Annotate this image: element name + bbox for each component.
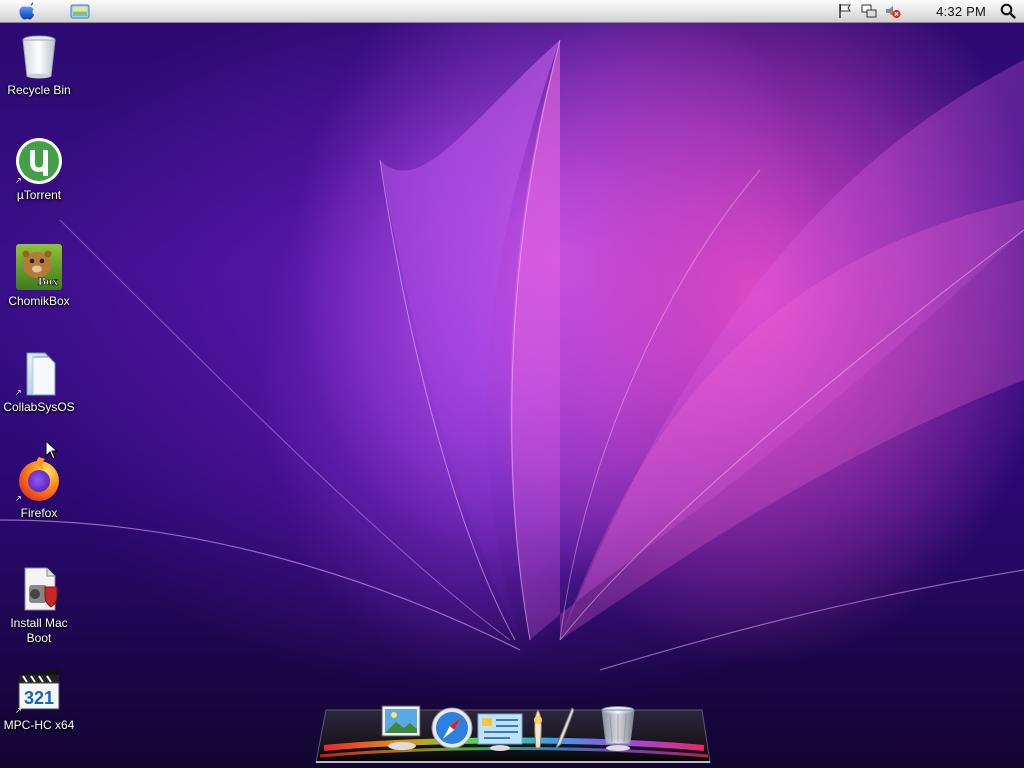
utorrent-icon: ↗ xyxy=(15,137,63,185)
desktop-icon-chomikbox[interactable]: Box ChomikBox xyxy=(0,243,78,309)
desktop-icon-label: CollabSysOS xyxy=(3,400,75,414)
chomikbox-badge: Box xyxy=(38,274,58,288)
desktop-icon-label: Firefox xyxy=(20,506,58,520)
network-icon[interactable] xyxy=(860,3,878,19)
desktop-icon-install-mac-boot[interactable]: Install Mac Boot xyxy=(0,565,78,646)
desktop-icon-label: Install Mac Boot xyxy=(10,616,68,645)
shortcut-arrow-icon: ↗ xyxy=(15,176,22,185)
finder-icon[interactable] xyxy=(70,3,90,19)
shortcut-arrow-icon: ↗ xyxy=(15,388,22,397)
shortcut-arrow-icon: ↗ xyxy=(15,706,22,715)
dock-mail-icon[interactable] xyxy=(476,712,524,757)
shortcut-arrow-icon: ↗ xyxy=(15,494,22,503)
desktop-icon-mpc-hc[interactable]: 321 ↗ MPC-HC x64 xyxy=(0,667,78,733)
mpc-badge: 321 xyxy=(24,688,54,708)
dock-pen-icon[interactable] xyxy=(552,706,576,755)
desktop-icon-label: Recycle Bin xyxy=(7,83,71,97)
mpc-hc-icon: 321 ↗ xyxy=(15,667,63,715)
firefox-icon: ↗ xyxy=(15,455,63,503)
apple-icon[interactable] xyxy=(14,1,40,21)
flag-icon[interactable] xyxy=(836,3,854,19)
top-menu-bar: 4:32 PM xyxy=(0,0,1024,23)
dock-safari-icon[interactable] xyxy=(430,706,474,755)
menubar-clock[interactable]: 4:32 PM xyxy=(936,4,986,19)
desktop-icon-utorrent[interactable]: ↗ µTorrent xyxy=(0,137,78,203)
recycle-bin-icon xyxy=(15,32,63,80)
dock-launcher-icon[interactable] xyxy=(528,708,548,757)
system-tray: 4:32 PM xyxy=(836,0,1024,22)
desktop-icon-label: MPC-HC x64 xyxy=(3,718,75,732)
chomikbox-icon: Box xyxy=(15,243,63,291)
desktop-wallpaper xyxy=(0,0,1024,768)
desktop-icon-recycle-bin[interactable]: Recycle Bin xyxy=(0,32,78,98)
dock xyxy=(312,700,716,768)
desktop-icon-label: ChomikBox xyxy=(8,294,70,308)
search-icon[interactable] xyxy=(1000,3,1016,19)
folder-icon: ↗ xyxy=(15,349,63,397)
desktop-icon-firefox[interactable]: ↗ Firefox xyxy=(0,455,78,521)
dock-finder-icon[interactable] xyxy=(380,704,424,757)
desktop-icon-collabsysos[interactable]: ↗ CollabSysOS xyxy=(0,349,78,415)
mouse-cursor-icon xyxy=(45,439,59,460)
desktop-icon-label: µTorrent xyxy=(16,188,62,202)
dock-trash-icon[interactable] xyxy=(598,704,638,757)
volume-muted-icon[interactable] xyxy=(884,3,902,19)
installer-icon xyxy=(15,565,63,613)
